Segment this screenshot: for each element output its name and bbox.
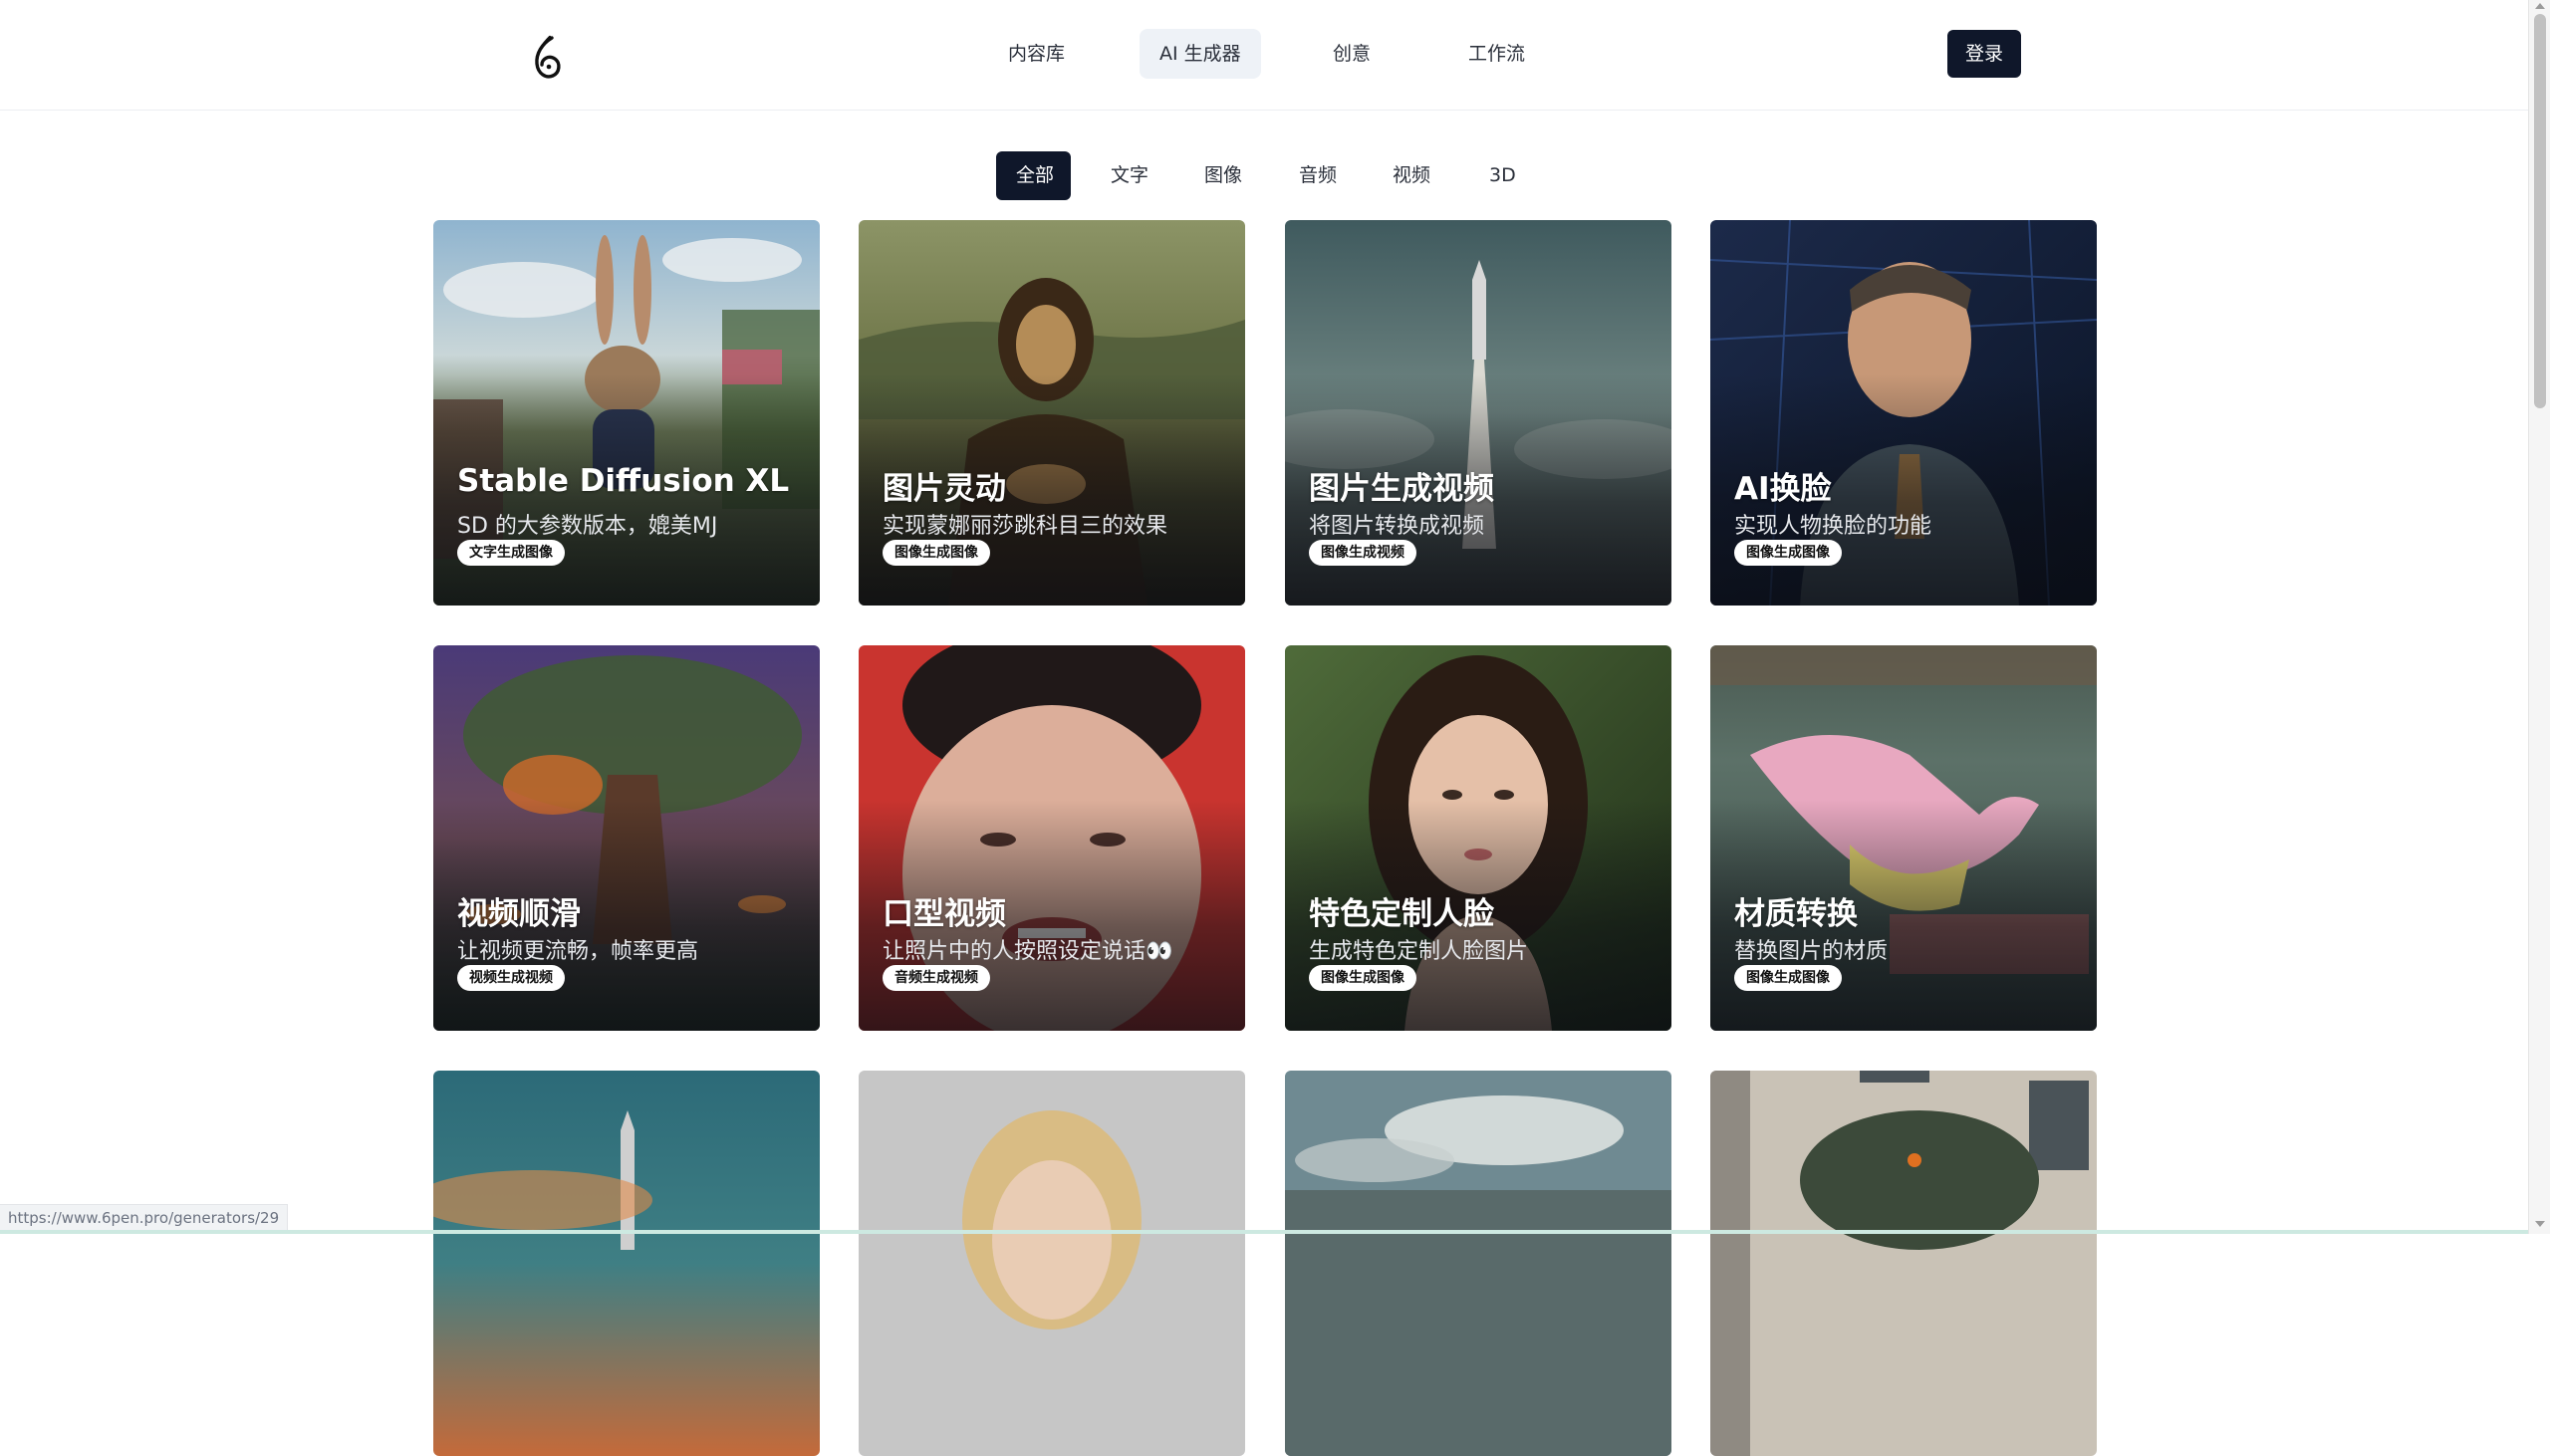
top-navigation-bar: 内容库 AI 生成器 创意 工作流 登录 xyxy=(0,0,2528,111)
nav-item-workflow[interactable]: 工作流 xyxy=(1448,29,1545,79)
cloudy-sky xyxy=(1285,1071,1671,1456)
card-tag: 音频生成视频 xyxy=(883,965,990,991)
card-tag: 图像生成视频 xyxy=(1309,540,1416,566)
generator-card-custom-face[interactable]: 特色定制人脸 生成特色定制人脸图片 图像生成图像 xyxy=(1285,645,1671,1031)
generator-card-video-smooth[interactable]: 视频顺滑 让视频更流畅，帧率更高 视频生成视频 xyxy=(433,645,820,1031)
card-subtitle: 实现蒙娜丽莎跳科目三的效果 xyxy=(883,514,1168,539)
filter-tab-video[interactable]: 视频 xyxy=(1373,151,1450,200)
generator-card-lip-sync[interactable]: 口型视频 让照片中的人按照设定说话👀 音频生成视频 xyxy=(859,645,1245,1031)
nav-item-creative[interactable]: 创意 xyxy=(1313,29,1391,79)
dinosaur xyxy=(1710,1071,2097,1456)
blonde-woman xyxy=(859,1071,1245,1456)
filter-tab-audio[interactable]: 音频 xyxy=(1279,151,1357,200)
card-subtitle: 将图片转换成视频 xyxy=(1309,514,1485,539)
generator-card-image-to-video[interactable]: 图片生成视频 将图片转换成视频 图像生成视频 xyxy=(1285,220,1671,606)
generator-card-sdxl[interactable]: Stable Diffusion XL SD 的大参数版本，媲美MJ 文字生成图… xyxy=(433,220,820,606)
card-title: AI换脸 xyxy=(1734,471,1832,507)
filter-tab-image[interactable]: 图像 xyxy=(1184,151,1262,200)
filter-tab-3d[interactable]: 3D xyxy=(1469,151,1536,200)
card-subtitle: 替换图片的材质 xyxy=(1734,939,1889,964)
status-bar-url: https://www.6pen.pro/generators/29 xyxy=(0,1204,288,1231)
logo-icon[interactable] xyxy=(530,34,566,82)
login-button[interactable]: 登录 xyxy=(1947,30,2021,78)
nav-item-ai-generator[interactable]: AI 生成器 xyxy=(1140,29,1261,79)
generator-card-row3-4[interactable] xyxy=(1710,1071,2097,1456)
filter-tab-text[interactable]: 文字 xyxy=(1091,151,1168,200)
rocket-sunset xyxy=(433,1071,820,1456)
card-tag: 图像生成图像 xyxy=(1309,965,1416,991)
card-tag: 图像生成图像 xyxy=(1734,540,1842,566)
card-subtitle: 生成特色定制人脸图片 xyxy=(1309,939,1529,964)
generator-card-row3-2[interactable] xyxy=(859,1071,1245,1456)
card-tag: 文字生成图像 xyxy=(457,540,565,566)
card-title: 特色定制人脸 xyxy=(1309,896,1494,932)
scroll-down-icon[interactable] xyxy=(2535,1221,2545,1227)
generator-card-row3-3[interactable] xyxy=(1285,1071,1671,1456)
generator-card-face-swap[interactable]: AI换脸 实现人物换脸的功能 图像生成图像 xyxy=(1710,220,2097,606)
generator-card-row3-1[interactable] xyxy=(433,1071,820,1456)
scroll-up-icon[interactable] xyxy=(2535,3,2545,9)
card-title: 视频顺滑 xyxy=(457,896,581,932)
vertical-scrollbar[interactable] xyxy=(2528,0,2550,1234)
card-title: Stable Diffusion XL xyxy=(457,463,790,499)
generator-card-image-animate[interactable]: 图片灵动 实现蒙娜丽莎跳科目三的效果 图像生成图像 xyxy=(859,220,1245,606)
card-tag: 图像生成图像 xyxy=(883,540,990,566)
card-title: 图片灵动 xyxy=(883,471,1006,507)
card-subtitle: 让照片中的人按照设定说话👀 xyxy=(883,939,1173,964)
card-subtitle: 实现人物换脸的功能 xyxy=(1734,514,1932,539)
nav-item-content-library[interactable]: 内容库 xyxy=(988,29,1085,79)
filter-tab-all[interactable]: 全部 xyxy=(996,151,1071,200)
card-subtitle: SD 的大参数版本，媲美MJ xyxy=(457,514,718,539)
generator-card-material-transfer[interactable]: 材质转换 替换图片的材质 图像生成图像 xyxy=(1710,645,2097,1031)
bottom-divider xyxy=(0,1230,2528,1234)
card-tag: 视频生成视频 xyxy=(457,965,565,991)
card-tag: 图像生成图像 xyxy=(1734,965,1842,991)
card-title: 口型视频 xyxy=(883,896,1006,932)
scroll-thumb[interactable] xyxy=(2534,14,2546,408)
card-subtitle: 让视频更流畅，帧率更高 xyxy=(457,939,699,964)
card-title: 图片生成视频 xyxy=(1309,471,1494,507)
card-title: 材质转换 xyxy=(1734,896,1858,932)
